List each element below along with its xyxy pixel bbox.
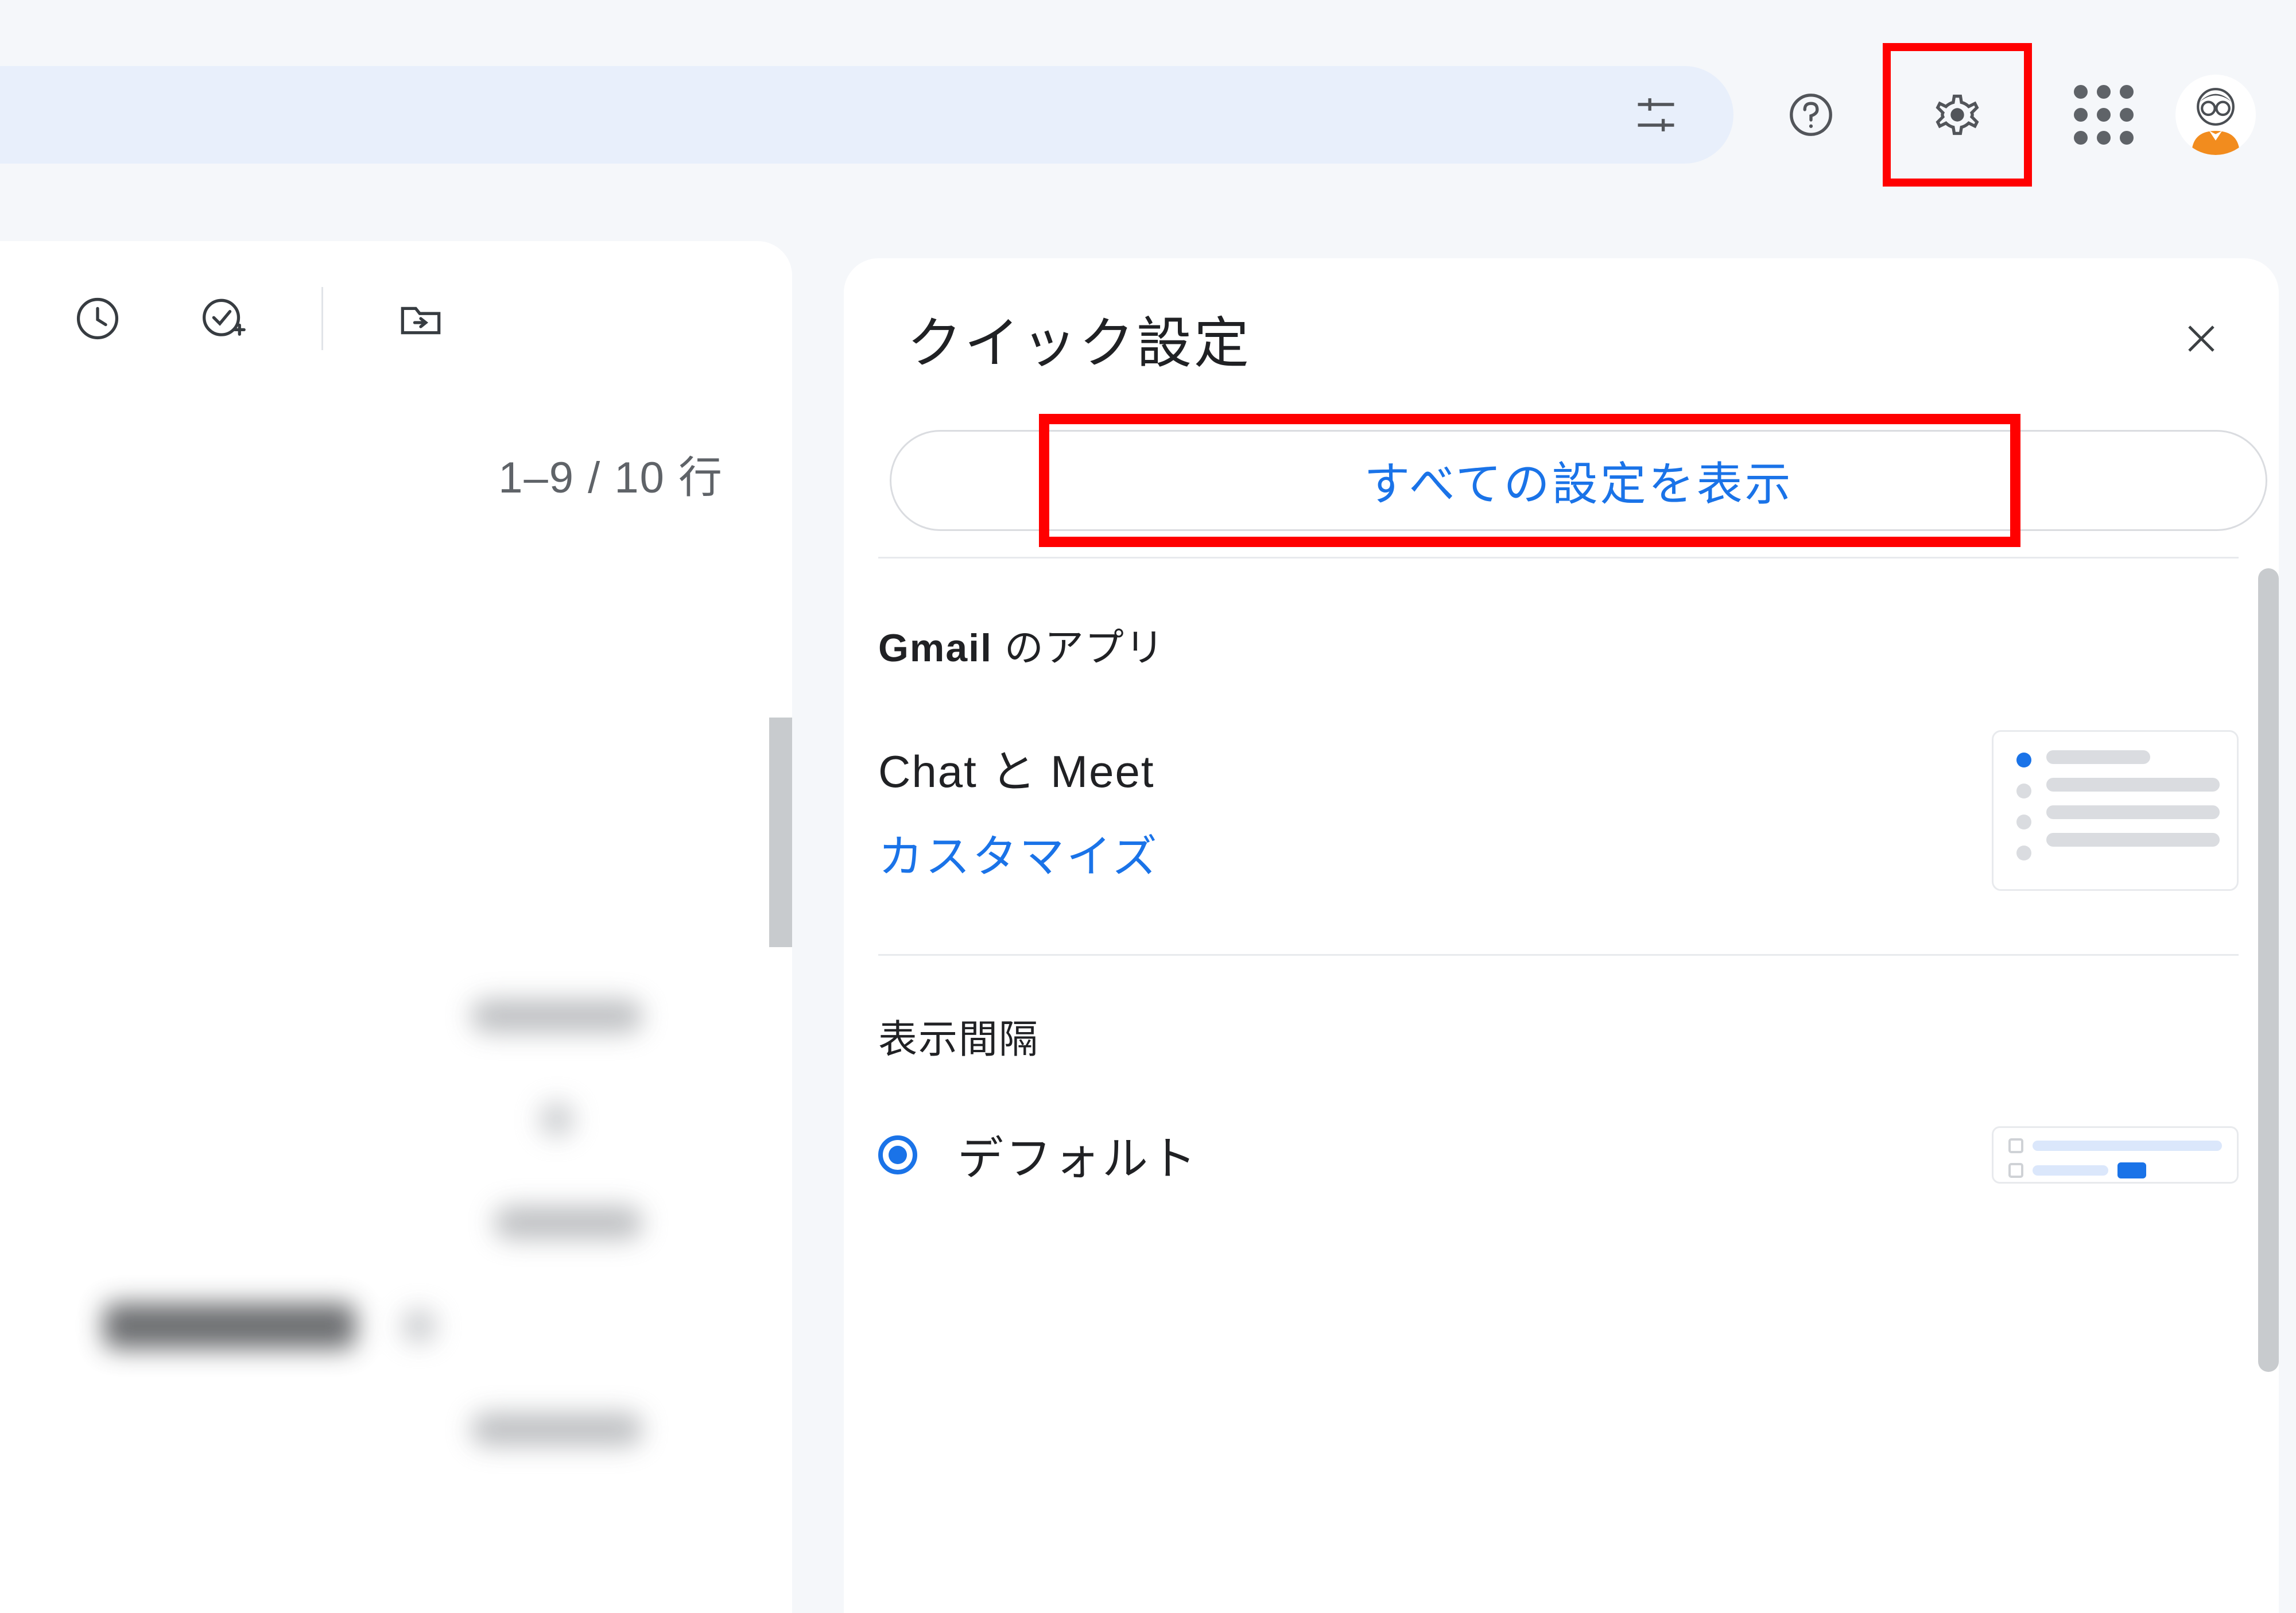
toolbar-divider	[321, 287, 323, 350]
quick-settings-header: クイック設定	[907, 298, 2250, 378]
snooze-icon[interactable]	[69, 290, 126, 347]
google-apps-icon[interactable]	[2061, 72, 2147, 158]
settings-gear-icon[interactable]	[1891, 51, 2024, 179]
header-icons	[1768, 43, 2296, 187]
settings-gear-highlight	[1883, 43, 2032, 187]
account-avatar[interactable]	[2175, 75, 2256, 155]
chat-meet-thumbnail[interactable]	[1992, 730, 2239, 891]
top-bar	[0, 0, 2296, 230]
search-options-icon[interactable]	[1613, 72, 1699, 158]
quick-settings-body: Gmail のアプリ Chat と Meet カスタマイズ	[878, 557, 2239, 1613]
chat-meet-row: Chat と Meet カスタマイズ	[878, 730, 2239, 891]
section-apps-title-bold: Gmail	[878, 626, 992, 670]
divider	[878, 557, 2239, 559]
quick-settings-title: クイック設定	[907, 298, 1251, 378]
density-default-row[interactable]: デフォルト	[878, 1122, 2239, 1188]
pagination-info: 1–9 / 10 行	[498, 442, 723, 505]
inbox-panel: 1–9 / 10 行	[0, 241, 792, 1613]
settings-scrollbar[interactable]	[2258, 568, 2279, 1372]
search-bar[interactable]	[0, 66, 1733, 164]
inbox-scrollbar[interactable]	[769, 718, 792, 947]
density-default-label: デフォルト	[957, 1122, 1199, 1188]
move-to-icon[interactable]	[392, 290, 449, 347]
help-icon[interactable]	[1768, 72, 1854, 158]
show-all-settings-button[interactable]: すべての設定を表示	[890, 430, 2267, 531]
blurred-inbox-rows	[0, 964, 746, 1613]
chat-meet-label: Chat と Meet	[878, 736, 1159, 800]
add-task-icon[interactable]	[195, 290, 253, 347]
section-apps-title-rest: のアプリ	[992, 626, 1165, 670]
customize-link[interactable]: カスタマイズ	[878, 821, 1159, 885]
close-icon[interactable]	[2175, 313, 2227, 365]
density-default-thumbnail[interactable]	[1992, 1126, 2239, 1184]
section-apps-title: Gmail のアプリ	[878, 616, 2239, 673]
section-density-title: 表示間隔	[878, 1007, 2239, 1064]
show-all-settings-wrap: すべての設定を表示	[890, 430, 2267, 531]
inbox-toolbar	[0, 241, 792, 396]
quick-settings-panel: クイック設定 すべての設定を表示 Gmail のアプリ Chat と Meet …	[844, 258, 2279, 1613]
radio-checked-icon[interactable]	[878, 1135, 917, 1174]
divider	[878, 954, 2239, 956]
